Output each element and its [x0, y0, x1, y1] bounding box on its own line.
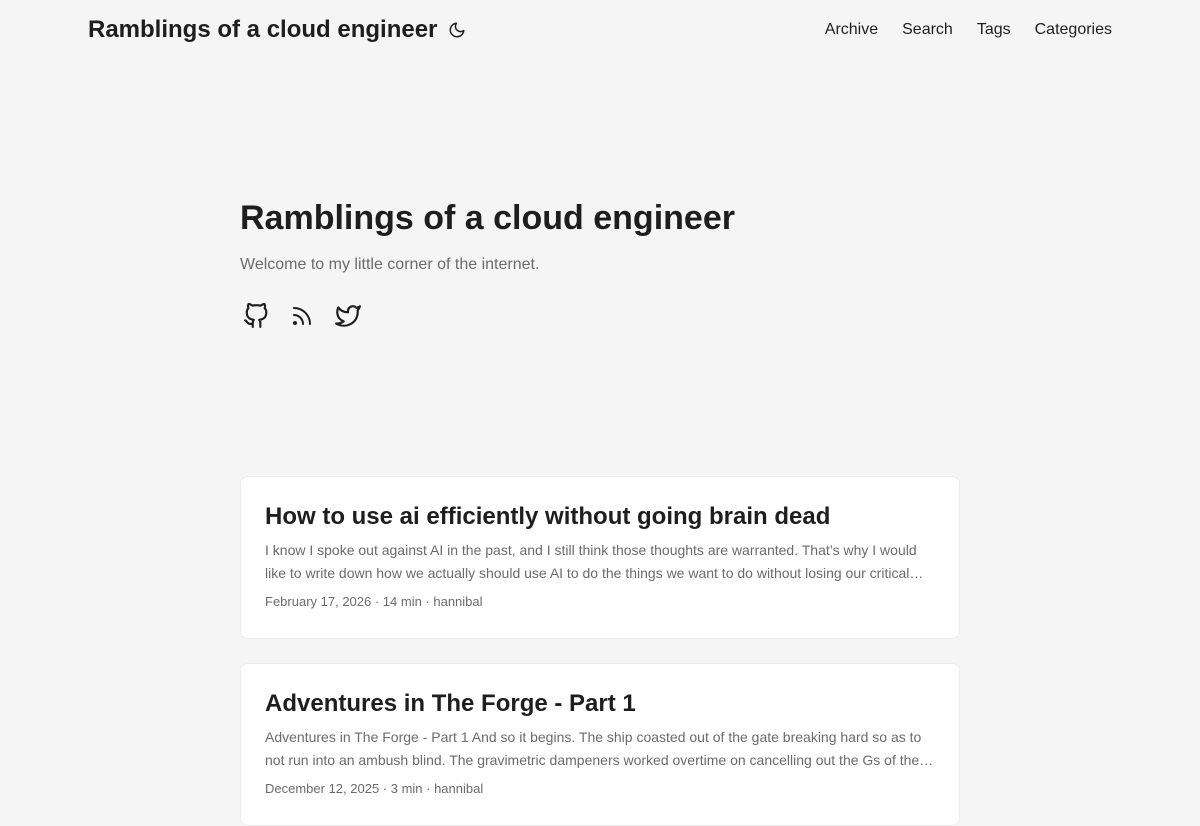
post-meta: December 12, 2025 · 3 min · hannibal: [265, 781, 484, 796]
post-excerpt: I know I spoke out against AI in the pas…: [265, 542, 924, 581]
twitter-icon: [335, 305, 361, 327]
hero-title: Ramblings of a cloud engineer: [240, 199, 735, 237]
rss-link[interactable]: [286, 300, 318, 332]
moon-icon: [449, 22, 465, 38]
post-card[interactable]: How to use ai efficiently without going …: [240, 476, 960, 639]
post-title[interactable]: Adventures in The Forge - Part 1: [265, 688, 935, 720]
twitter-link[interactable]: [332, 300, 364, 332]
post-excerpt: Adventures in The Forge - Part 1 And so …: [265, 729, 934, 768]
nav-search[interactable]: Search: [902, 19, 953, 41]
site-logo[interactable]: Ramblings of a cloud engineer: [88, 15, 437, 45]
rss-icon: [293, 307, 311, 325]
post-meta: February 17, 2026 · 14 min · hannibal: [265, 594, 483, 609]
post-card[interactable]: Adventures in The Forge - Part 1 Adventu…: [240, 663, 960, 826]
hero-section: Ramblings of a cloud engineer Welcome to…: [240, 196, 960, 328]
theme-toggle-button[interactable]: [447, 20, 467, 40]
social-links: [240, 300, 364, 332]
github-icon: [244, 303, 268, 328]
nav-categories[interactable]: Categories: [1035, 19, 1112, 41]
post-title[interactable]: How to use ai efficiently without going …: [265, 501, 935, 533]
nav-archive[interactable]: Archive: [825, 19, 878, 41]
github-link[interactable]: [240, 300, 272, 332]
site-header: Ramblings of a cloud engineer Archive Se…: [0, 0, 1200, 60]
nav-tags[interactable]: Tags: [977, 19, 1011, 41]
main-nav: Archive Search Tags Categories: [825, 19, 1112, 41]
hero-subtitle: Welcome to my little corner of the inter…: [240, 256, 540, 273]
